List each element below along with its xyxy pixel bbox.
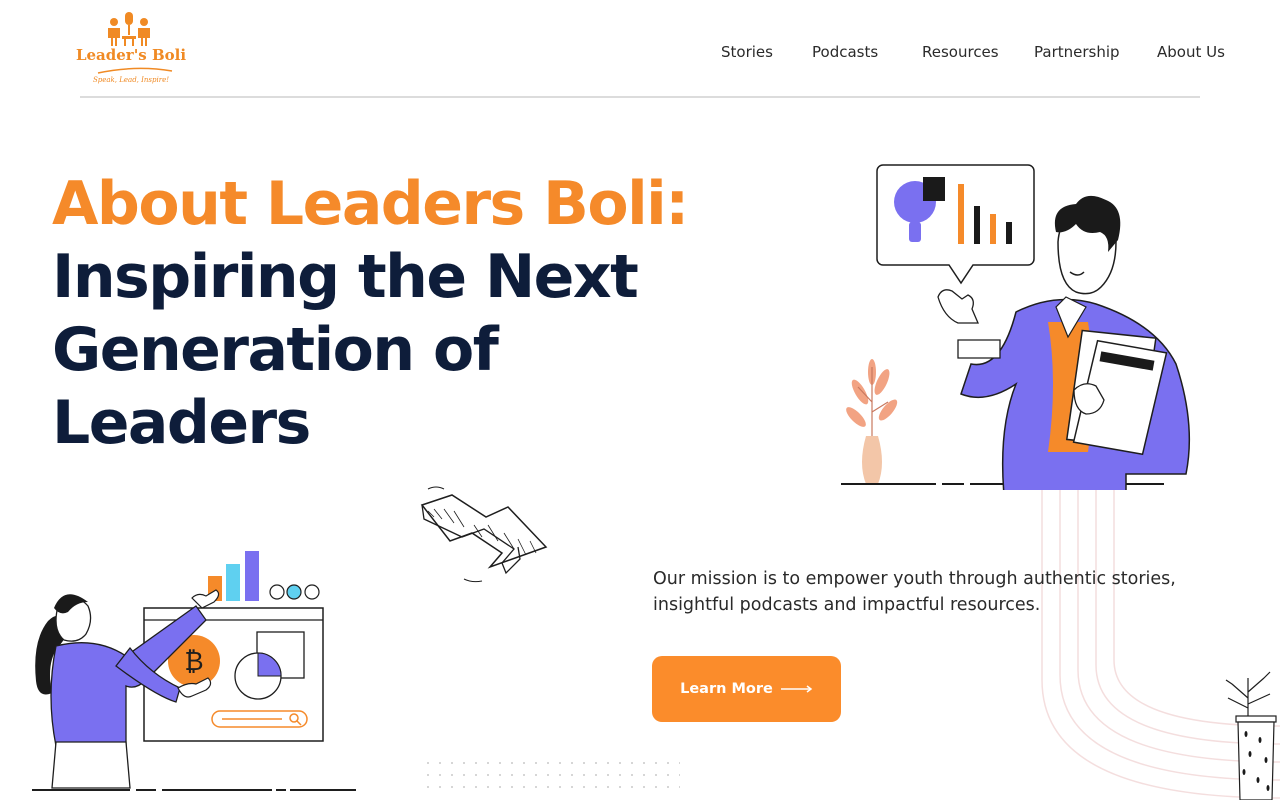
presenter-illustration bbox=[841, 164, 1191, 490]
title-line-1: About Leaders Boli: bbox=[52, 169, 689, 239]
header-divider bbox=[80, 96, 1200, 98]
nav-item-partnership[interactable]: Partnership bbox=[1034, 43, 1120, 65]
arrow-illustration bbox=[420, 486, 548, 583]
dashboard-illustration: ₿ bbox=[32, 551, 356, 791]
long-arrow-right-icon bbox=[780, 685, 813, 693]
brand-swoosh bbox=[97, 67, 173, 74]
vase-illustration bbox=[1225, 671, 1277, 800]
title-line-2: Inspiring the Next bbox=[52, 242, 639, 312]
dot-grid-decoration bbox=[425, 760, 680, 796]
podcast-duo-logo-icon bbox=[108, 12, 150, 46]
brand-logo[interactable]: Leader's Boli Speak, Lead, Inspire! bbox=[70, 10, 192, 92]
nav-item-about-us[interactable]: About Us bbox=[1157, 43, 1225, 65]
title-line-3: Generation of bbox=[52, 315, 499, 385]
brand-name: Leader's Boli bbox=[75, 46, 187, 64]
currency-icon: ₿ bbox=[184, 647, 203, 677]
brand-tagline: Speak, Lead, Inspire! bbox=[92, 76, 170, 84]
nav-item-podcasts[interactable]: Podcasts bbox=[812, 43, 878, 65]
page-title: About Leaders Boli: Inspiring the Next G… bbox=[52, 168, 692, 460]
nav-item-stories[interactable]: Stories bbox=[721, 43, 773, 65]
learn-more-button[interactable]: Learn More bbox=[652, 656, 841, 722]
title-line-4: Leaders bbox=[52, 388, 311, 458]
learn-more-label: Learn More bbox=[680, 681, 773, 697]
mission-statement: Our mission is to empower youth through … bbox=[653, 569, 1176, 615]
nav-item-resources[interactable]: Resources bbox=[922, 43, 999, 65]
